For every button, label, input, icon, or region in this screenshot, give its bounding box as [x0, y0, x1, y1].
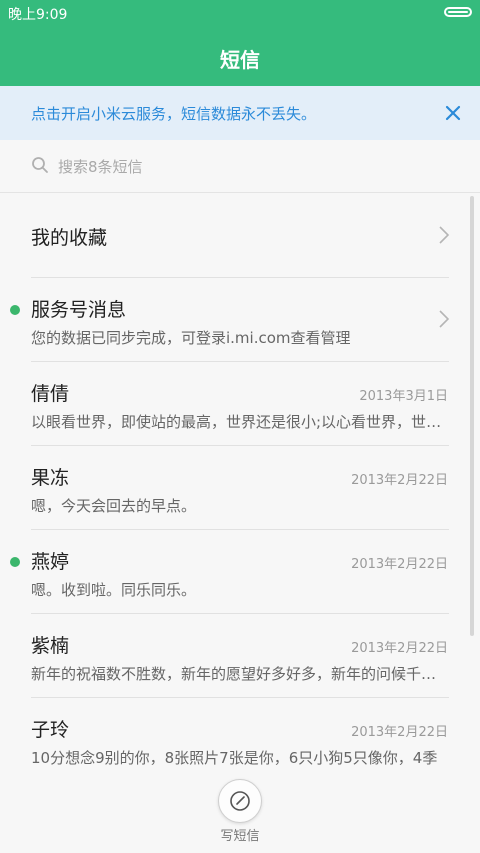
- message-preview: 新年的祝福数不胜数，新年的愿望好多好多，新年的问候千言万语: [31, 665, 447, 683]
- unread-dot: [10, 305, 20, 315]
- conversation-row[interactable]: 果冻 2013年2月22日 嗯，今天会回去的早点。: [0, 445, 480, 529]
- unread-dot: [10, 557, 20, 567]
- message-preview: 10分想念9别的你，8张照片7张是你，6只小狗5只像你，4季: [31, 749, 438, 767]
- divider: [31, 613, 449, 614]
- compose-area: 写短信: [0, 773, 480, 853]
- status-bar: 晚上9:09: [0, 0, 480, 26]
- contact-name: 果冻: [31, 467, 70, 489]
- conversation-row[interactable]: 子玲 2013年2月22日 10分想念9别的你，8张照片7张是你，6只小狗5只像…: [0, 697, 480, 781]
- message-preview: 您的数据已同步完成，可登录i.mi.com查看管理: [31, 329, 351, 347]
- cloud-service-banner[interactable]: 点击开启小米云服务，短信数据永不丢失。: [0, 86, 480, 140]
- message-date: 2013年2月22日: [351, 725, 448, 740]
- divider: [31, 277, 449, 278]
- divider: [31, 445, 449, 446]
- conversation-row[interactable]: 燕婷 2013年2月22日 嗯。收到啦。同乐同乐。: [0, 529, 480, 613]
- search-input[interactable]: 搜索8条短信: [58, 156, 143, 177]
- page-title: 短信: [220, 48, 260, 72]
- contact-name: 服务号消息: [31, 299, 127, 321]
- favorites-row[interactable]: 我的收藏: [0, 193, 480, 277]
- scrollbar[interactable]: [470, 196, 474, 636]
- compose-label[interactable]: 写短信: [0, 825, 480, 844]
- message-date: 2013年2月22日: [351, 641, 448, 656]
- contact-name: 子玲: [31, 719, 70, 741]
- status-time: 晚上9:09: [8, 7, 68, 23]
- chevron-right-icon: [439, 226, 450, 244]
- banner-text[interactable]: 点击开启小米云服务，短信数据永不丢失。: [31, 103, 316, 124]
- divider: [31, 529, 449, 530]
- close-icon[interactable]: [440, 100, 466, 126]
- contact-name: 燕婷: [31, 551, 70, 573]
- app-header: 晚上9:09 短信: [0, 0, 480, 86]
- conversation-row[interactable]: 紫楠 2013年2月22日 新年的祝福数不胜数，新年的愿望好多好多，新年的问候千…: [0, 613, 480, 697]
- favorites-label: 我的收藏: [31, 227, 108, 249]
- contact-name: 紫楠: [31, 635, 70, 657]
- contact-name: 倩倩: [31, 383, 70, 405]
- compose-icon: [230, 791, 250, 811]
- message-date: 2013年3月1日: [359, 389, 448, 404]
- search-bar[interactable]: 搜索8条短信: [0, 140, 480, 193]
- battery-fill: [448, 11, 468, 13]
- divider: [31, 697, 449, 698]
- search-icon: [32, 157, 48, 173]
- chevron-right-icon: [439, 310, 450, 328]
- battery-icon: [444, 7, 472, 17]
- message-date: 2013年2月22日: [351, 473, 448, 488]
- message-preview: 嗯。收到啦。同乐同乐。: [31, 581, 197, 599]
- message-preview: 以眼看世界，即使站的最高，世界还是很小;以心看世界，世界无限大: [31, 413, 447, 431]
- conversation-row[interactable]: 服务号消息 您的数据已同步完成，可登录i.mi.com查看管理: [0, 277, 480, 361]
- conversation-row[interactable]: 倩倩 2013年3月1日 以眼看世界，即使站的最高，世界还是很小;以心看世界，世…: [0, 361, 480, 445]
- divider: [31, 361, 449, 362]
- compose-button[interactable]: [218, 779, 262, 823]
- message-preview: 嗯，今天会回去的早点。: [31, 497, 197, 515]
- message-date: 2013年2月22日: [351, 557, 448, 572]
